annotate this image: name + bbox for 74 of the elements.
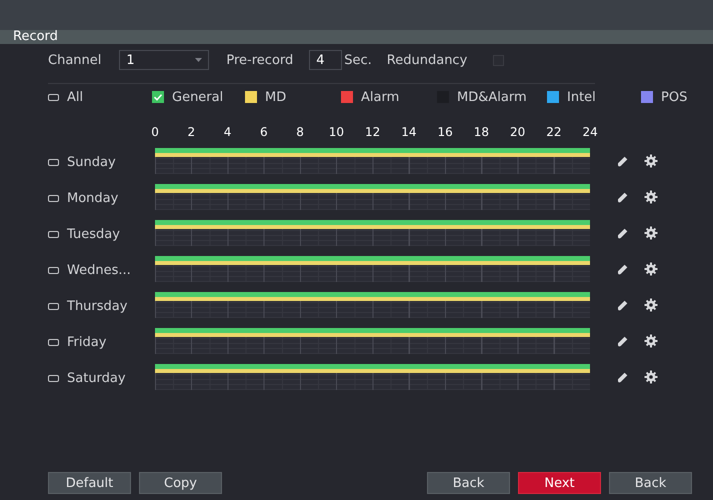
checkbox-icon[interactable]: [48, 158, 59, 166]
hour-label: 12: [364, 125, 382, 139]
checkbox-icon[interactable]: [48, 374, 59, 382]
day-label: Tuesday: [67, 226, 120, 242]
checkbox-icon[interactable]: [48, 194, 59, 202]
swatch-icon[interactable]: [547, 91, 559, 103]
redundancy-label: Redundancy: [386, 52, 468, 68]
schedule-timeline[interactable]: [155, 184, 590, 210]
pencil-icon[interactable]: [616, 334, 630, 348]
pencil-icon[interactable]: [616, 262, 630, 276]
checked-swatch-icon[interactable]: [152, 91, 164, 103]
hour-label: 8: [295, 125, 305, 139]
hour-label: 16: [436, 125, 454, 139]
schedule-timeline[interactable]: [155, 148, 590, 174]
legend-label: Intel: [567, 90, 596, 104]
legend-label: General: [172, 90, 224, 104]
hour-label: 20: [508, 125, 526, 139]
pencil-icon[interactable]: [616, 154, 630, 168]
settings-icon[interactable]: [644, 370, 658, 384]
legend-label: POS: [661, 90, 688, 104]
action-button[interactable]: Default: [48, 472, 131, 494]
panel-title: Record: [0, 30, 713, 44]
schedule-timeline[interactable]: [155, 292, 590, 318]
pencil-icon[interactable]: [616, 370, 630, 384]
action-button[interactable]: Back: [427, 472, 510, 494]
prerecord-label: Pre-record: [226, 52, 294, 68]
action-button[interactable]: Next: [518, 472, 601, 494]
legend-label: MD: [265, 90, 286, 104]
schedule-timeline[interactable]: [155, 328, 590, 354]
day-label: Wednes...: [67, 262, 131, 278]
day-label: Sunday: [67, 154, 116, 170]
hour-label: 22: [545, 125, 563, 139]
legend-label: MD&Alarm: [457, 90, 527, 104]
hour-label: 6: [259, 125, 269, 139]
hour-label: 24: [581, 125, 599, 139]
hour-label: 10: [328, 125, 346, 139]
settings-icon[interactable]: [644, 334, 658, 348]
day-label: Saturday: [67, 370, 126, 386]
pencil-icon[interactable]: [616, 226, 630, 240]
schedule-timeline[interactable]: [155, 220, 590, 246]
channel-dropdown[interactable]: 1: [119, 50, 210, 70]
checkbox-icon[interactable]: [48, 266, 59, 274]
settings-icon[interactable]: [644, 226, 658, 240]
settings-icon[interactable]: [644, 190, 658, 204]
action-button[interactable]: Copy: [139, 472, 222, 494]
channel-label: Channel: [48, 52, 102, 68]
day-label: Monday: [67, 190, 118, 206]
schedule-timeline[interactable]: [155, 364, 590, 390]
swatch-icon[interactable]: [341, 91, 353, 103]
pencil-icon[interactable]: [616, 190, 630, 204]
prerecord-input[interactable]: 4: [309, 50, 342, 70]
legend-label: All: [67, 90, 84, 104]
day-label: Friday: [67, 334, 106, 350]
hour-label: 2: [186, 125, 196, 139]
pencil-icon[interactable]: [616, 298, 630, 312]
checkbox-icon[interactable]: [48, 302, 59, 310]
action-button[interactable]: Back: [609, 472, 692, 494]
hour-label: 0: [150, 125, 160, 139]
settings-icon[interactable]: [644, 298, 658, 312]
settings-icon[interactable]: [644, 262, 658, 276]
hour-label: 14: [400, 125, 418, 139]
checkbox-icon[interactable]: [48, 338, 59, 346]
day-label: Thursday: [67, 298, 128, 314]
hour-label: 4: [222, 125, 232, 139]
swatch-icon[interactable]: [641, 91, 653, 103]
settings-icon[interactable]: [644, 154, 658, 168]
checkbox-icon[interactable]: [48, 230, 59, 238]
swatch-icon[interactable]: [245, 91, 257, 103]
seconds-unit: Sec.: [344, 52, 372, 68]
checkbox-icon[interactable]: [48, 94, 59, 100]
legend-label: Alarm: [361, 90, 400, 104]
hour-label: 18: [472, 125, 490, 139]
caret-icon: [195, 58, 202, 62]
schedule-timeline[interactable]: [155, 256, 590, 282]
